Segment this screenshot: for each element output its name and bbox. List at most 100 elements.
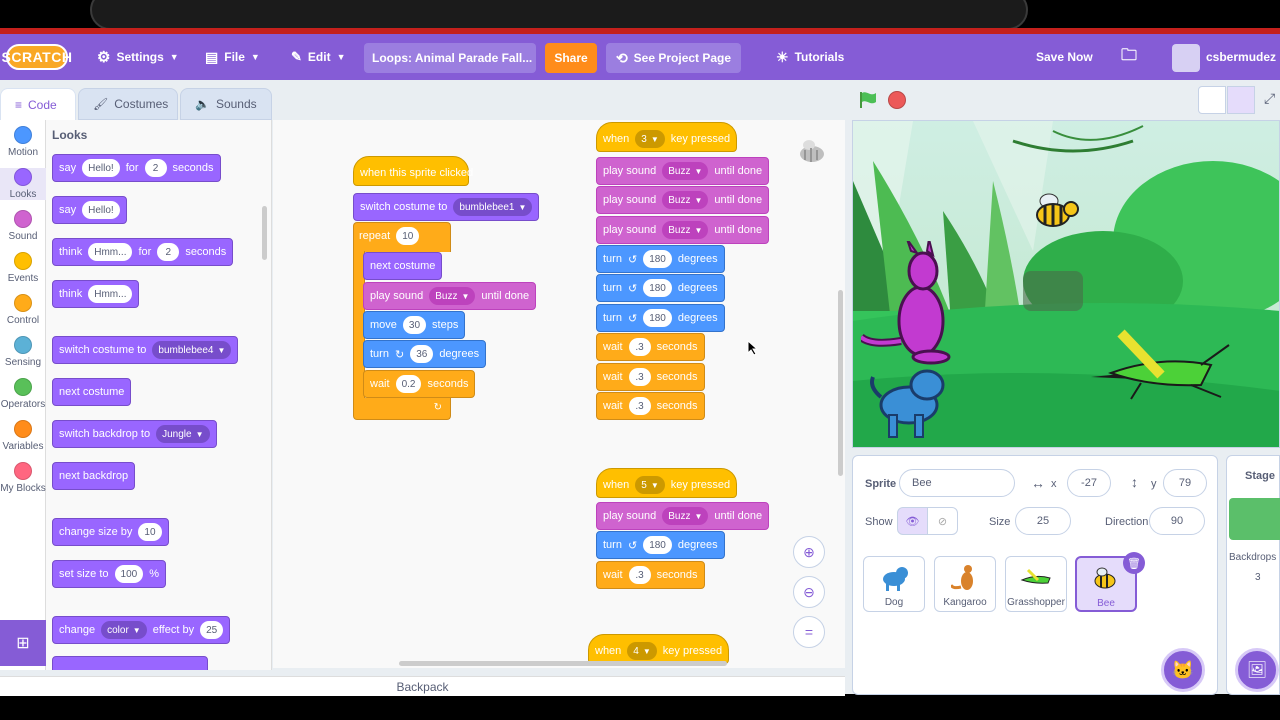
see-project-page-button[interactable]: ⟲ See Project Page xyxy=(606,43,741,73)
set-effect-block[interactable] xyxy=(52,656,208,670)
switch-costume-block[interactable]: switch costume to bumblebee1 ▼ xyxy=(353,193,540,221)
block-input[interactable]: .3 xyxy=(628,338,651,356)
block-input[interactable]: Hmm... xyxy=(88,243,133,261)
block-input[interactable]: Hello! xyxy=(82,201,120,219)
backdrop-thumbnail[interactable] xyxy=(1229,498,1280,540)
think-block[interactable]: think Hmm... xyxy=(52,280,140,308)
bee-sprite[interactable] xyxy=(1029,191,1079,231)
when-key-pressed-block[interactable]: when 4 ▼ key pressed xyxy=(588,634,730,664)
when-key-pressed-block[interactable]: when 3 ▼ key pressed xyxy=(596,122,738,152)
sound-dropdown[interactable]: Buzz ▼ xyxy=(429,287,476,305)
add-extension-button[interactable]: ⊞ xyxy=(0,620,46,666)
block-input[interactable]: 30 xyxy=(402,316,427,334)
normal-stage-icon[interactable] xyxy=(1227,86,1255,114)
costume-dropdown[interactable]: bumblebee4 ▼ xyxy=(152,341,232,359)
category-my-blocks[interactable]: My Blocks xyxy=(0,462,46,494)
block-input[interactable]: 2 xyxy=(144,159,167,177)
turn-left-block[interactable]: turn ↺ 180 degrees xyxy=(596,304,725,332)
trash-icon[interactable]: 🗑 xyxy=(1123,552,1145,574)
edit-menu[interactable]: ✎ Edit ▼ xyxy=(291,34,346,80)
block-input[interactable]: 180 xyxy=(643,279,672,297)
palette-scrollbar[interactable] xyxy=(262,206,267,260)
category-sound[interactable]: Sound xyxy=(0,210,46,242)
block-input[interactable]: Hello! xyxy=(82,159,120,177)
address-bar[interactable] xyxy=(90,0,1028,30)
backdrop-dropdown[interactable]: Jungle ▼ xyxy=(156,425,210,443)
switch-costume-block[interactable]: switch costume to bumblebee4 ▼ xyxy=(52,336,239,364)
workspace-horizontal-scrollbar[interactable] xyxy=(399,661,727,666)
stage-target-pane[interactable]: Stage Backdrops 3 🖼 xyxy=(1226,455,1280,695)
sprite-thumb-kangaroo[interactable]: Kangaroo xyxy=(934,556,996,612)
add-sprite-button[interactable]: 🐱 xyxy=(1161,648,1205,692)
category-events[interactable]: Events xyxy=(0,252,46,284)
play-sound-until-done-block[interactable]: play sound Buzz ▼ until done xyxy=(596,216,770,244)
sound-dropdown[interactable]: Buzz ▼ xyxy=(662,221,709,239)
turn-left-block[interactable]: turn ↺ 180 degrees xyxy=(596,531,725,559)
wait-block[interactable]: wait .3 seconds xyxy=(596,333,705,361)
small-stage-icon[interactable] xyxy=(1198,86,1226,114)
save-now-button[interactable]: Save Now xyxy=(1036,34,1093,80)
sprite-thumb-grasshopper[interactable]: Grasshopper xyxy=(1005,556,1067,612)
zoom-in-button[interactable]: ⊕ xyxy=(793,536,825,568)
next-costume-block[interactable]: next costume xyxy=(363,252,443,280)
direction-input[interactable]: 90 xyxy=(1149,507,1205,535)
block-input[interactable]: 0.2 xyxy=(395,375,422,393)
switch-backdrop-block[interactable]: switch backdrop to Jungle ▼ xyxy=(52,420,217,448)
grasshopper-sprite[interactable] xyxy=(1081,325,1231,401)
category-motion[interactable]: Motion xyxy=(0,126,46,158)
file-menu[interactable]: ▤ File ▼ xyxy=(205,34,260,80)
sprite-name-input[interactable]: Bee xyxy=(899,469,1015,497)
when-key-pressed-block[interactable]: when 5 ▼ key pressed xyxy=(596,468,738,498)
wait-block[interactable]: wait .3 seconds xyxy=(596,561,705,589)
y-input[interactable]: 79 xyxy=(1163,469,1207,497)
play-sound-until-done-block[interactable]: play sound Buzz ▼ until done xyxy=(596,186,770,214)
key-dropdown[interactable]: 5 ▼ xyxy=(635,476,665,494)
zoom-reset-button[interactable]: = xyxy=(793,616,825,648)
block-input[interactable]: .3 xyxy=(628,397,651,415)
zoom-out-button[interactable]: ⊖ xyxy=(793,576,825,608)
share-button[interactable]: Share xyxy=(545,43,597,73)
block-input[interactable]: 2 xyxy=(157,243,180,261)
think-for-block[interactable]: think Hmm... for 2 seconds xyxy=(52,238,234,266)
dog-sprite[interactable] xyxy=(867,367,951,441)
settings-menu[interactable]: ⚙ Settings ▼ xyxy=(97,34,179,80)
backpack-bar[interactable]: Backpack xyxy=(0,676,845,696)
category-variables[interactable]: Variables xyxy=(0,420,46,452)
costume-dropdown[interactable]: bumblebee1 ▼ xyxy=(453,198,533,216)
play-sound-until-done-block[interactable]: play sound Buzz ▼ until done xyxy=(596,157,770,185)
category-sensing[interactable]: Sensing xyxy=(0,336,46,368)
block-input[interactable]: .3 xyxy=(628,566,651,584)
key-dropdown[interactable]: 4 ▼ xyxy=(627,642,657,660)
account-menu[interactable]: csbermudez ▼ xyxy=(1206,34,1280,80)
stage-canvas[interactable] xyxy=(852,120,1280,448)
change-size-block[interactable]: change size by 10 xyxy=(52,518,169,546)
next-backdrop-block[interactable]: next backdrop xyxy=(52,462,136,490)
key-dropdown[interactable]: 3 ▼ xyxy=(635,130,665,148)
wait-block[interactable]: wait .3 seconds xyxy=(596,363,705,391)
script-workspace[interactable]: when this sprite clicked switch costume … xyxy=(273,120,845,668)
block-input[interactable]: .3 xyxy=(628,368,651,386)
sprite-thumb-bee[interactable]: Bee 🗑 xyxy=(1075,552,1145,612)
turn-left-block[interactable]: turn ↺ 180 degrees xyxy=(596,274,725,302)
sound-dropdown[interactable]: Buzz ▼ xyxy=(662,191,709,209)
block-input[interactable]: 36 xyxy=(410,345,434,363)
tutorials-button[interactable]: ☀ Tutorials xyxy=(776,34,844,80)
turn-left-block[interactable]: turn ↺ 180 degrees xyxy=(596,245,725,273)
category-control[interactable]: Control xyxy=(0,294,46,326)
block-input[interactable]: 10 xyxy=(138,523,162,541)
avatar[interactable] xyxy=(1172,44,1200,72)
size-input[interactable]: 25 xyxy=(1015,507,1071,535)
wait-block[interactable]: wait .3 seconds xyxy=(596,392,705,420)
wait-block[interactable]: wait 0.2 seconds xyxy=(363,370,476,398)
play-sound-until-done-block[interactable]: play sound Buzz ▼ until done xyxy=(363,282,537,310)
show-hidden-button[interactable]: ⊘ xyxy=(927,507,958,535)
block-input[interactable]: 180 xyxy=(643,250,672,268)
sound-dropdown[interactable]: Buzz ▼ xyxy=(662,162,709,180)
my-stuff-button[interactable]: 🗀 xyxy=(1121,34,1137,80)
block-input[interactable]: 180 xyxy=(643,536,672,554)
next-costume-block[interactable]: next costume xyxy=(52,378,132,406)
set-size-block[interactable]: set size to 100% xyxy=(52,560,166,588)
change-effect-block[interactable]: change color ▼ effect by 25 xyxy=(52,616,231,644)
show-visible-button[interactable]: 👁 xyxy=(897,507,928,535)
block-input[interactable]: 25 xyxy=(200,621,224,639)
